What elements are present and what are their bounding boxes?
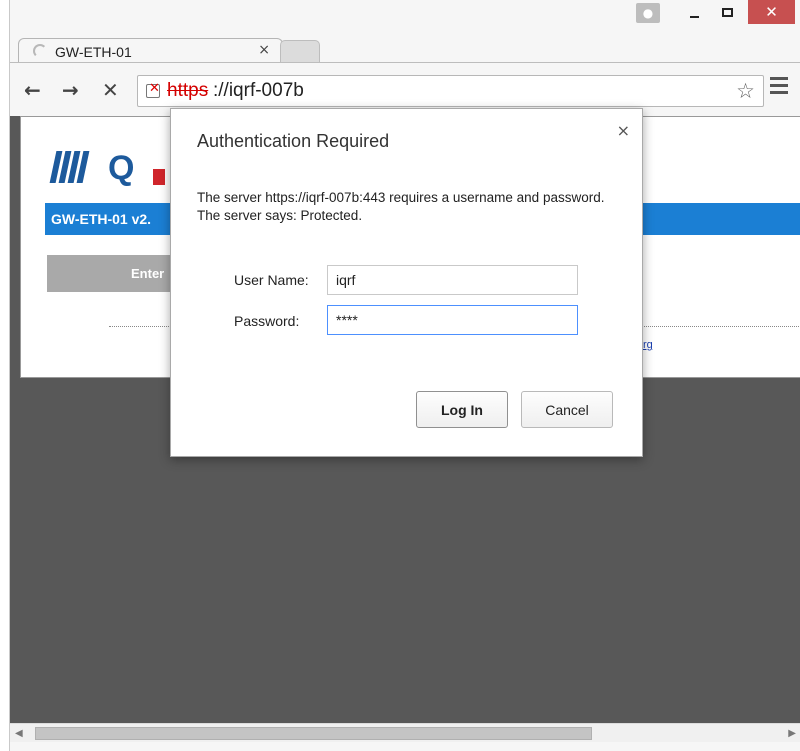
username-field[interactable]: iqrf [327, 265, 578, 295]
minimize-icon [690, 16, 699, 18]
stop-button[interactable]: ✕ [102, 78, 119, 102]
maximize-button[interactable] [715, 3, 741, 23]
dialog-message: The server https://iqrf-007b:443 require… [197, 190, 605, 223]
header-title: GW-ETH-01 v2. [51, 211, 152, 227]
bookmark-star-icon[interactable]: ☆ [736, 79, 755, 103]
scrollbar-thumb[interactable] [35, 727, 592, 740]
tab-title: GW-ETH-01 [55, 44, 132, 60]
password-label: Password: [234, 313, 300, 329]
password-field[interactable]: **** [327, 305, 578, 335]
tab-strip: GW-ETH-01 × ● ✕ [10, 0, 800, 65]
iqrf-logo: Q [49, 147, 173, 187]
address-bar[interactable]: https ://iqrf-007b ☆ [137, 75, 764, 107]
minimize-button[interactable] [682, 3, 708, 23]
enter-button-label: Enter [131, 266, 165, 281]
profile-icon[interactable]: ● [636, 3, 660, 23]
window-close-button[interactable]: ✕ [748, 0, 795, 24]
dialog-close-icon[interactable]: × [617, 121, 630, 140]
dialog-title: Authentication Required [197, 131, 390, 151]
url-host: ://iqrf-007b [213, 80, 304, 101]
tab-gw-eth-01[interactable]: GW-ETH-01 × [18, 38, 283, 65]
maximize-icon [722, 8, 733, 17]
back-button[interactable]: ← [24, 78, 41, 102]
url-scheme: https [167, 80, 209, 101]
cancel-button[interactable]: Cancel [521, 391, 613, 428]
forward-button[interactable]: → [62, 78, 79, 102]
username-label: User Name: [234, 272, 309, 288]
broken-lock-icon[interactable] [146, 81, 160, 98]
horizontal-scrollbar[interactable]: ◀ ▶ [10, 723, 800, 742]
login-button[interactable]: Log In [416, 391, 508, 428]
auth-dialog: Authentication Required × The server htt… [170, 108, 643, 457]
tab-close-icon[interactable]: × [258, 42, 270, 58]
footer-link[interactable]: rg [643, 339, 653, 351]
scroll-right-icon[interactable]: ▶ [788, 728, 796, 739]
new-tab-button[interactable] [280, 40, 320, 62]
scroll-left-icon[interactable]: ◀ [15, 728, 23, 739]
loading-spinner-icon [33, 44, 47, 58]
menu-icon[interactable] [770, 77, 788, 98]
